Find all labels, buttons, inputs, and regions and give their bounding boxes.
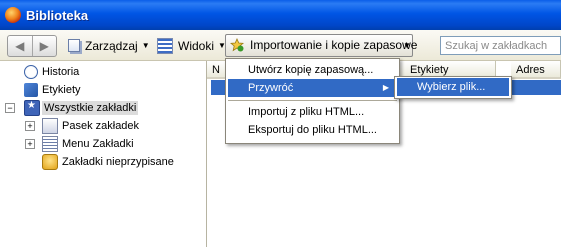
search-bookmarks-input[interactable] <box>440 36 561 55</box>
import-star-icon <box>230 38 244 52</box>
firefox-icon <box>5 7 21 23</box>
menu-item-choose-file[interactable]: Wybierz plik... <box>397 78 509 96</box>
menu-folder-icon <box>42 135 58 152</box>
views-button[interactable]: Widoki ▼ <box>157 37 226 54</box>
column-header-address[interactable]: Adres <box>511 61 561 79</box>
menu-item-restore[interactable]: Przywróć ▶ <box>228 79 397 97</box>
import-backup-label: Importowanie i kopie zapasowe <box>250 38 418 52</box>
menu-item-label: Przywróć <box>248 82 294 94</box>
menu-item-label: Eksportuj do pliku HTML... <box>248 124 377 136</box>
sidebar-item-label: Menu Zakładki <box>62 137 134 150</box>
menu-separator <box>228 100 397 101</box>
menu-item-create-backup[interactable]: Utwórz kopię zapasową... <box>228 61 397 79</box>
tag-icon <box>24 82 38 97</box>
manage-label: Zarządzaj <box>85 38 138 53</box>
import-backup-button[interactable]: Importowanie i kopie zapasowe ▼ <box>225 34 417 57</box>
toolbar: ◀ ▶ Zarządzaj ▼ Widoki ▼ Importowanie i … <box>0 30 561 61</box>
sidebar-item-label: Pasek zakładek <box>62 119 140 132</box>
menu-item-label: Importuj z pliku HTML... <box>248 106 365 118</box>
menu-item-label: Wybierz plik... <box>417 81 486 93</box>
expand-toggle[interactable]: + <box>25 121 35 131</box>
sidebar-item-unfiled[interactable]: Zakładki nieprzypisane <box>42 153 174 170</box>
menu-item-export-html[interactable]: Eksportuj do pliku HTML... <box>228 121 397 139</box>
dropdown-arrow-icon: ▼ <box>141 41 150 50</box>
collapse-toggle[interactable]: − <box>5 103 15 113</box>
back-arrow-icon: ◀ <box>15 39 25 53</box>
sidebar-item-all-bookmarks[interactable]: Wszystkie zakładki <box>24 99 139 116</box>
menu-item-import-html[interactable]: Importuj z pliku HTML... <box>228 103 397 121</box>
manage-button[interactable]: Zarządzaj ▼ <box>68 37 150 54</box>
forward-button[interactable]: ▶ <box>33 36 57 56</box>
menu-item-label: Utwórz kopię zapasową... <box>248 64 374 76</box>
views-icon <box>157 37 173 54</box>
import-backup-menu: Utwórz kopię zapasową... Przywróć ▶ Impo… <box>225 58 400 144</box>
sidebar-item-label: Zakładki nieprzypisane <box>62 155 174 168</box>
views-label: Widoki <box>178 38 215 53</box>
sidebar-item-tags[interactable]: Etykiety <box>24 81 81 98</box>
sidebar-item-history[interactable]: Historia <box>24 63 79 80</box>
sidebar-item-bookmarks-menu[interactable]: Menu Zakładki <box>42 135 134 152</box>
restore-submenu: Wybierz plik... <box>394 76 512 99</box>
sidebar-item-label: Wszystkie zakładki <box>42 100 139 115</box>
submenu-arrow-icon: ▶ <box>382 83 389 92</box>
star-icon <box>24 99 40 116</box>
expand-toggle[interactable]: + <box>25 139 35 149</box>
unfiled-icon <box>42 153 58 170</box>
sidebar-item-label: Historia <box>42 65 80 78</box>
navigation-buttons: ◀ ▶ <box>7 35 57 57</box>
back-button[interactable]: ◀ <box>8 36 33 56</box>
window-title: Biblioteka <box>26 8 89 23</box>
title-bar: Biblioteka <box>0 0 561 30</box>
folder-icon <box>42 117 58 134</box>
sidebar-tree: Historia Etykiety − Wszystkie zakładki +… <box>0 61 207 247</box>
sidebar-item-bookmarks-toolbar[interactable]: Pasek zakładek <box>42 117 139 134</box>
forward-arrow-icon: ▶ <box>39 39 49 53</box>
sidebar-item-label: Etykiety <box>42 83 81 96</box>
dropdown-arrow-icon: ▼ <box>403 41 411 50</box>
manage-icon <box>68 39 80 52</box>
clock-icon <box>24 64 38 79</box>
